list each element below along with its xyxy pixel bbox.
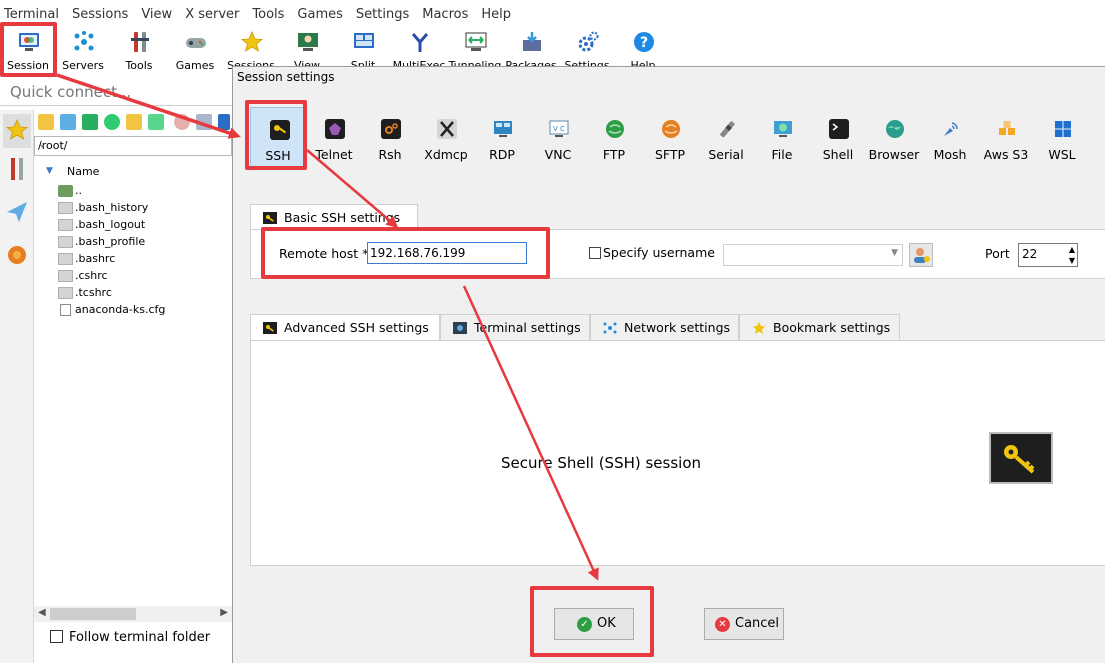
arrow-session-to-ssh [56, 73, 241, 139]
annotation-arrows [56, 73, 599, 581]
arrow-ssh-to-remote-host [306, 149, 399, 228]
arrow-remote-host-to-ok [462, 285, 599, 581]
